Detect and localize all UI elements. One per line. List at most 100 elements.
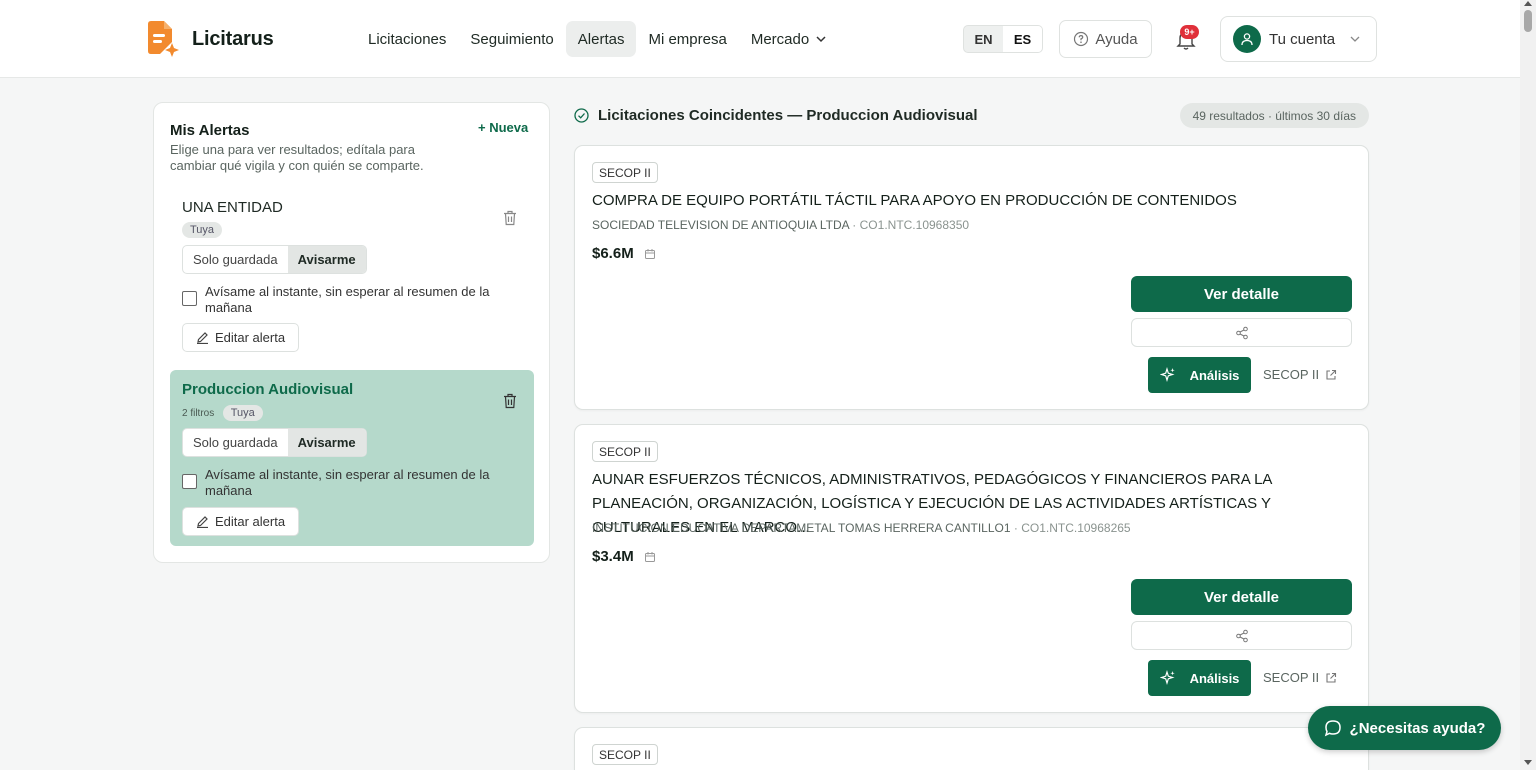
source-link-label: SECOP II xyxy=(1263,670,1320,685)
calendar-icon xyxy=(644,551,655,562)
entity-name: SOCIEDAD TELEVISION DE ANTIOQUIA LTDA xyxy=(592,218,849,232)
lang-en-button[interactable]: EN xyxy=(964,26,1003,52)
instant-notify-checkbox-row: Avísame al instante, sin esperar al resu… xyxy=(182,284,505,316)
tender-price: $6.6M xyxy=(592,245,656,262)
brand-name: Licitarus xyxy=(192,27,274,50)
scrollbar-thumb[interactable] xyxy=(1524,10,1532,32)
pencil-icon xyxy=(196,332,208,344)
tender-card: SECOP II xyxy=(574,727,1369,770)
check-circle-icon xyxy=(574,108,589,123)
nav-label: Seguimiento xyxy=(470,30,554,48)
results-count-badge: 49 resultados · últimos 30 días xyxy=(1179,103,1369,128)
view-detail-button[interactable]: Ver detalle xyxy=(1131,276,1352,312)
price-value: $3.4M xyxy=(592,548,634,565)
nav-licitaciones[interactable]: Licitaciones xyxy=(356,21,458,57)
trash-icon[interactable] xyxy=(503,210,517,226)
sparkles-icon xyxy=(1159,670,1175,686)
external-link-icon xyxy=(1326,672,1337,683)
source-link-label: SECOP II xyxy=(1263,367,1320,382)
alert-name: Produccion Audiovisual xyxy=(182,381,354,398)
alert-tags: 2 filtros Tuya xyxy=(182,403,263,421)
main-nav: Licitaciones Seguimiento Alertas Mi empr… xyxy=(356,21,839,57)
page-scrollbar[interactable] xyxy=(1520,0,1536,770)
tender-meta: SOCIEDAD TELEVISION DE ANTIOQUIA LTDA · … xyxy=(592,218,970,232)
scroll-down-arrow-icon[interactable] xyxy=(1524,760,1532,766)
logo-icon xyxy=(146,20,182,58)
nav-label: Licitaciones xyxy=(368,30,447,48)
alert-card-selected[interactable]: Produccion Audiovisual 2 filtros Tuya So… xyxy=(170,370,534,546)
chat-bubble-icon xyxy=(1324,720,1341,737)
alert-card[interactable]: UNA ENTIDAD Tuya Solo guardada Avisarme … xyxy=(170,189,534,355)
pencil-icon xyxy=(196,516,208,528)
external-link-icon xyxy=(1326,369,1337,380)
calendar-icon xyxy=(644,248,655,259)
account-menu-button[interactable]: Tu cuenta xyxy=(1220,16,1377,62)
nav-label: Alertas xyxy=(577,30,625,48)
nav-mercado[interactable]: Mercado xyxy=(739,21,839,57)
edit-alert-button[interactable]: Editar alerta xyxy=(182,323,299,352)
tender-card: SECOP II COMPRA DE EQUIPO PORTÁTIL TÁCTI… xyxy=(574,145,1369,410)
chevron-down-icon xyxy=(816,36,826,43)
chat-label: ¿Necesitas ayuda? xyxy=(1349,719,1486,737)
instant-notify-checkbox[interactable] xyxy=(182,291,197,306)
sidebar-description: Elige una para ver resultados; edítala p… xyxy=(170,142,424,173)
source-tag: SECOP II xyxy=(592,744,658,765)
results-title: Licitaciones Coincidentes — Produccion A… xyxy=(598,107,978,124)
instant-notify-checkbox-row: Avísame al instante, sin esperar al resu… xyxy=(182,467,505,499)
user-avatar-icon xyxy=(1233,25,1261,53)
help-label: Ayuda xyxy=(1095,30,1138,48)
source-tag: SECOP II xyxy=(592,441,658,462)
scroll-up-arrow-icon[interactable] xyxy=(1524,0,1532,6)
tender-title[interactable]: COMPRA DE EQUIPO PORTÁTIL TÁCTIL PARA AP… xyxy=(592,189,1352,213)
source-tag: SECOP II xyxy=(592,162,658,183)
sidebar-title: Mis Alertas xyxy=(170,122,250,139)
brand-logo[interactable]: Licitarus xyxy=(146,20,274,58)
process-code: CO1.NTC.10968350 xyxy=(859,218,970,232)
results-header: Licitaciones Coincidentes — Produccion A… xyxy=(574,103,1369,128)
mode-notify-option[interactable]: Avisarme xyxy=(287,246,366,273)
edit-alert-button[interactable]: Editar alerta xyxy=(182,507,299,536)
new-alert-button[interactable]: + Nueva xyxy=(478,120,528,135)
alert-mode-toggle: Solo guardada Avisarme xyxy=(182,245,367,274)
edit-alert-label: Editar alerta xyxy=(214,514,286,529)
share-button[interactable] xyxy=(1131,318,1352,347)
view-detail-button[interactable]: Ver detalle xyxy=(1131,579,1352,615)
process-code: CO1.NTC.10968265 xyxy=(1021,521,1131,535)
trash-icon[interactable] xyxy=(503,393,517,409)
help-chat-button[interactable]: ¿Necesitas ayuda? xyxy=(1308,706,1501,750)
ai-analysis-button[interactable]: Análisis xyxy=(1148,660,1251,696)
nav-seguimiento[interactable]: Seguimiento xyxy=(458,21,565,57)
owner-pill: Tuya xyxy=(182,222,223,238)
tender-price: $3.4M xyxy=(592,548,656,565)
alert-tags: Tuya xyxy=(182,220,223,238)
mode-notify-option[interactable]: Avisarme xyxy=(287,429,366,456)
account-label: Tu cuenta xyxy=(1269,30,1336,48)
nav-alertas[interactable]: Alertas xyxy=(565,21,637,57)
alerts-sidebar: Mis Alertas + Nueva Elige una para ver r… xyxy=(153,102,550,563)
alert-name: UNA ENTIDAD xyxy=(182,199,283,216)
edit-alert-label: Editar alerta xyxy=(214,330,286,345)
share-icon xyxy=(1235,326,1248,339)
nav-label: Mi empresa xyxy=(648,30,727,48)
sparkles-icon xyxy=(1159,367,1175,383)
ai-analysis-button[interactable]: Análisis xyxy=(1148,357,1251,393)
external-source-link[interactable]: SECOP II xyxy=(1263,670,1337,685)
instant-notify-label: Avísame al instante, sin esperar al resu… xyxy=(205,284,490,315)
owner-pill: Tuya xyxy=(222,405,263,421)
nav-label: Mercado xyxy=(750,30,810,48)
lang-es-button[interactable]: ES xyxy=(1003,26,1042,52)
tender-meta: INSTITUCION EDUCATIVA DEPARTAMETAL TOMAS… xyxy=(592,521,1131,535)
mode-saved-option[interactable]: Solo guardada xyxy=(183,429,288,456)
instant-notify-checkbox[interactable] xyxy=(182,474,197,489)
mode-saved-option[interactable]: Solo guardada xyxy=(183,246,288,273)
instant-notify-label: Avísame al instante, sin esperar al resu… xyxy=(205,467,490,498)
notification-badge: 9+ xyxy=(1180,25,1199,39)
ai-analysis-label: Análisis xyxy=(1189,670,1240,686)
help-button[interactable]: Ayuda xyxy=(1059,20,1152,58)
entity-name: INSTITUCION EDUCATIVA DEPARTAMETAL TOMAS… xyxy=(592,521,1011,535)
share-button[interactable] xyxy=(1131,621,1352,650)
top-navbar: Licitarus Licitaciones Seguimiento Alert… xyxy=(0,0,1520,78)
language-switcher: EN ES xyxy=(963,25,1043,53)
external-source-link[interactable]: SECOP II xyxy=(1263,367,1337,382)
nav-mi-empresa[interactable]: Mi empresa xyxy=(636,21,738,57)
